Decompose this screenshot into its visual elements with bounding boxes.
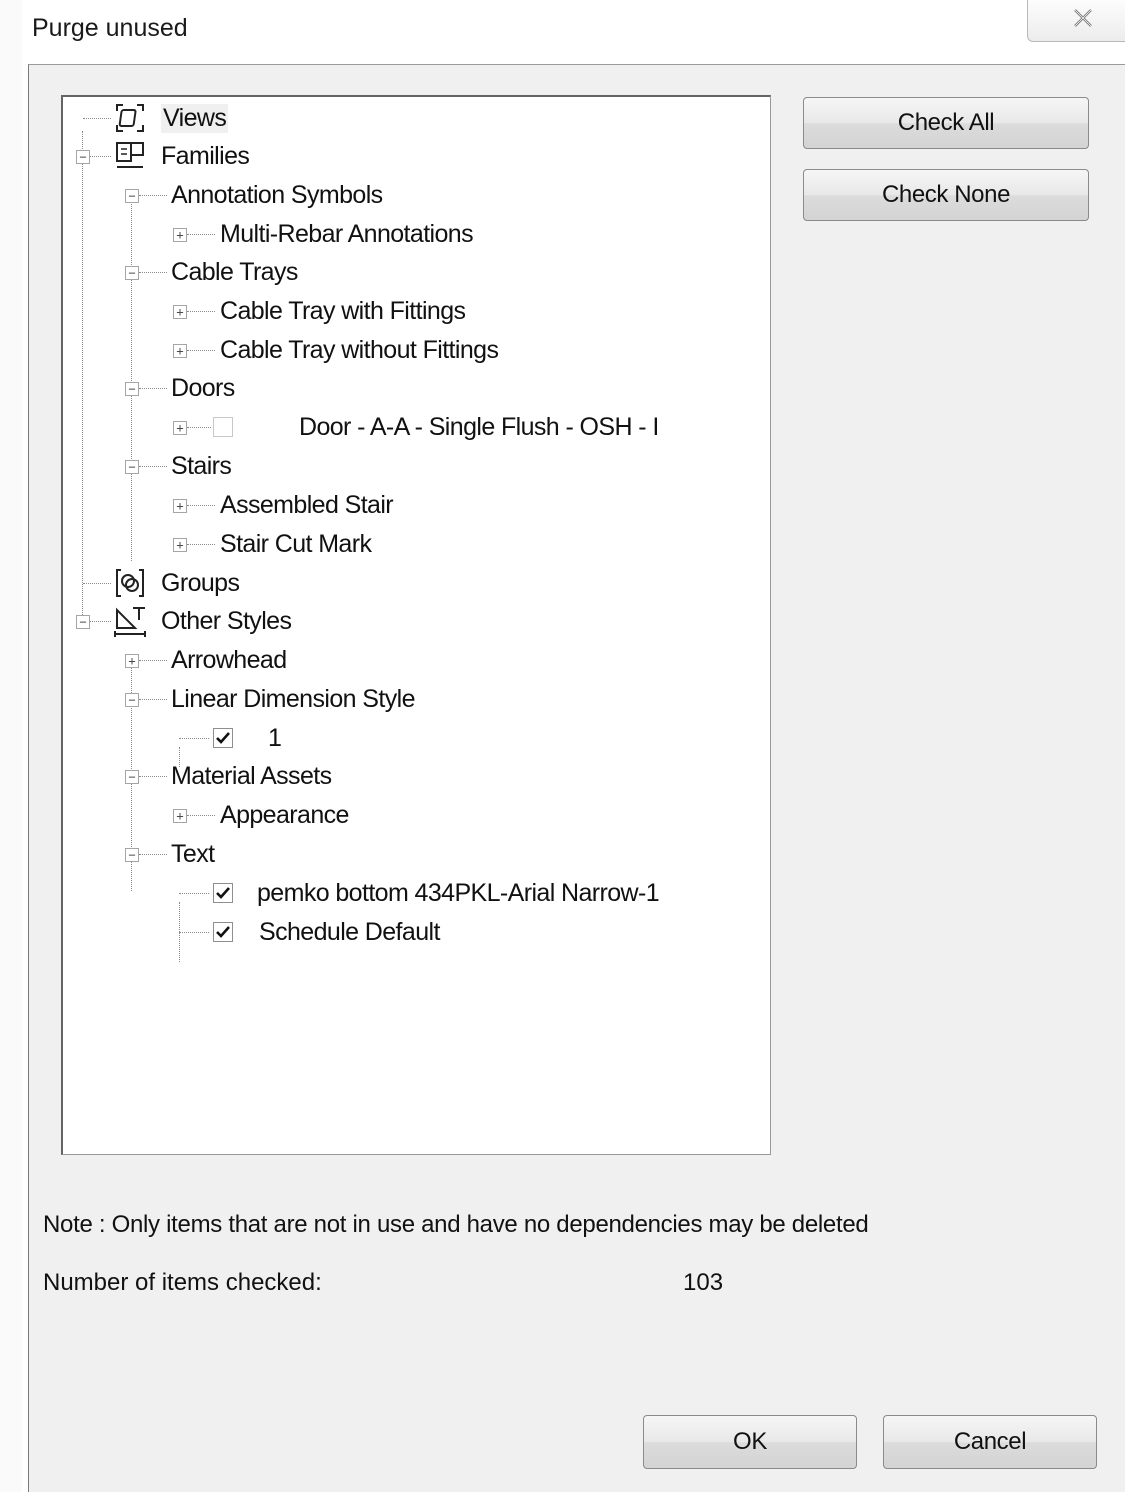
collapse-icon[interactable]: − bbox=[125, 693, 139, 707]
collapse-icon[interactable]: − bbox=[125, 770, 139, 784]
expand-icon[interactable]: + bbox=[173, 499, 187, 513]
linear-dimension-item-checkbox[interactable] bbox=[213, 728, 233, 748]
background-strip bbox=[0, 0, 22, 1492]
expand-icon[interactable]: + bbox=[173, 809, 187, 823]
tree-label: Groups bbox=[161, 568, 240, 597]
tree-label: Doors bbox=[171, 373, 235, 402]
ok-button[interactable]: OK bbox=[643, 1415, 857, 1469]
tree-label: Material Assets bbox=[171, 761, 332, 790]
tree-node-door-item[interactable]: Door - A-A - Single Flush - OSH - I bbox=[299, 408, 659, 446]
check-all-button[interactable]: Check All bbox=[803, 97, 1089, 149]
tree-label: Appearance bbox=[220, 800, 349, 829]
collapse-icon[interactable]: − bbox=[125, 382, 139, 396]
collapse-icon[interactable]: − bbox=[76, 615, 90, 629]
purge-tree[interactable]: Views − Families − Annotation Symbols + … bbox=[61, 95, 771, 1155]
items-checked-count: 103 bbox=[683, 1269, 724, 1296]
tree-node-cable-tray-with-fittings[interactable]: Cable Tray with Fittings bbox=[220, 292, 466, 330]
note-text: Note : Only items that are not in use an… bbox=[43, 1211, 869, 1238]
text-item-2-checkbox[interactable] bbox=[213, 922, 233, 942]
check-none-button[interactable]: Check None bbox=[803, 169, 1089, 221]
tree-label: Door - A-A - Single Flush - OSH - I bbox=[299, 412, 659, 441]
tree-node-multi-rebar-annotations[interactable]: Multi-Rebar Annotations bbox=[220, 215, 474, 253]
tree-node-linear-dimension-item[interactable]: 1 bbox=[268, 719, 282, 757]
tree-label: Cable Tray with Fittings bbox=[220, 296, 466, 325]
tree-node-doors[interactable]: Doors bbox=[171, 369, 235, 407]
tree-label: Multi-Rebar Annotations bbox=[220, 219, 474, 248]
views-icon bbox=[116, 104, 144, 132]
tree-label: Linear Dimension Style bbox=[171, 684, 415, 713]
tree-node-stairs[interactable]: Stairs bbox=[171, 447, 232, 485]
tree-label: Annotation Symbols bbox=[171, 180, 383, 209]
tree-label: Other Styles bbox=[161, 606, 292, 635]
tree-label: Stair Cut Mark bbox=[220, 529, 372, 558]
tree-node-text[interactable]: Text bbox=[171, 835, 215, 873]
tree-label: pemko bottom 434PKL-Arial Narrow-1 bbox=[257, 878, 660, 907]
collapse-icon[interactable]: − bbox=[76, 150, 90, 164]
cancel-button[interactable]: Cancel bbox=[883, 1415, 1097, 1469]
items-checked-label: Number of items checked: bbox=[43, 1269, 322, 1296]
tree-node-views[interactable]: Views bbox=[161, 99, 229, 137]
tree-label: Cable Tray without Fittings bbox=[220, 335, 499, 364]
tree-node-material-assets[interactable]: Material Assets bbox=[171, 757, 332, 795]
tree-node-groups[interactable]: Groups bbox=[161, 564, 240, 602]
dialog-body: Views − Families − Annotation Symbols + … bbox=[28, 64, 1125, 1492]
text-item-1-checkbox[interactable] bbox=[213, 883, 233, 903]
tree-node-cable-trays[interactable]: Cable Trays bbox=[171, 253, 298, 291]
tree-node-text-item-2[interactable]: Schedule Default bbox=[259, 913, 440, 951]
other-styles-icon bbox=[114, 607, 146, 637]
tree-label: Stairs bbox=[171, 451, 232, 480]
tree-connector bbox=[131, 201, 132, 561]
collapse-icon[interactable]: − bbox=[125, 189, 139, 203]
title-bar: Purge unused bbox=[22, 0, 1125, 62]
tree-connector bbox=[82, 131, 83, 623]
tree-label: 1 bbox=[268, 723, 282, 752]
expand-icon[interactable]: + bbox=[173, 538, 187, 552]
checkmark-icon bbox=[216, 887, 230, 899]
expand-icon[interactable]: + bbox=[173, 305, 187, 319]
families-icon bbox=[116, 142, 144, 168]
tree-label: Cable Trays bbox=[171, 257, 298, 286]
expand-icon[interactable]: + bbox=[125, 654, 139, 668]
close-icon bbox=[1074, 9, 1092, 27]
tree-node-linear-dimension-style[interactable]: Linear Dimension Style bbox=[171, 680, 415, 718]
tree-label-views: Views bbox=[161, 103, 229, 133]
collapse-icon[interactable]: − bbox=[125, 266, 139, 280]
tree-node-cable-tray-without-fittings[interactable]: Cable Tray without Fittings bbox=[220, 331, 499, 369]
tree-label: Text bbox=[171, 839, 215, 868]
tree-node-annotation-symbols[interactable]: Annotation Symbols bbox=[171, 176, 383, 214]
tree-label: Arrowhead bbox=[171, 645, 287, 674]
door-item-checkbox[interactable] bbox=[213, 417, 233, 437]
groups-icon bbox=[116, 569, 144, 597]
collapse-icon[interactable]: − bbox=[125, 460, 139, 474]
tree-node-stair-cut-mark[interactable]: Stair Cut Mark bbox=[220, 525, 372, 563]
tree-node-assembled-stair[interactable]: Assembled Stair bbox=[220, 486, 394, 524]
tree-node-families[interactable]: Families bbox=[161, 137, 250, 175]
expand-icon[interactable]: + bbox=[173, 228, 187, 242]
tree-node-other-styles[interactable]: Other Styles bbox=[161, 602, 292, 640]
checkmark-icon bbox=[216, 732, 230, 744]
window-title: Purge unused bbox=[32, 14, 188, 42]
tree-label: Schedule Default bbox=[259, 917, 440, 946]
tree-node-arrowhead[interactable]: Arrowhead bbox=[171, 641, 287, 679]
tree-node-text-item-1[interactable]: pemko bottom 434PKL-Arial Narrow-1 bbox=[257, 874, 660, 912]
close-button[interactable] bbox=[1027, 0, 1125, 42]
tree-label: Assembled Stair bbox=[220, 490, 394, 519]
expand-icon[interactable]: + bbox=[173, 421, 187, 435]
collapse-icon[interactable]: − bbox=[125, 848, 139, 862]
checkmark-icon bbox=[216, 926, 230, 938]
expand-icon[interactable]: + bbox=[173, 344, 187, 358]
tree-label-families: Families bbox=[161, 141, 250, 170]
tree-node-appearance[interactable]: Appearance bbox=[220, 796, 349, 834]
